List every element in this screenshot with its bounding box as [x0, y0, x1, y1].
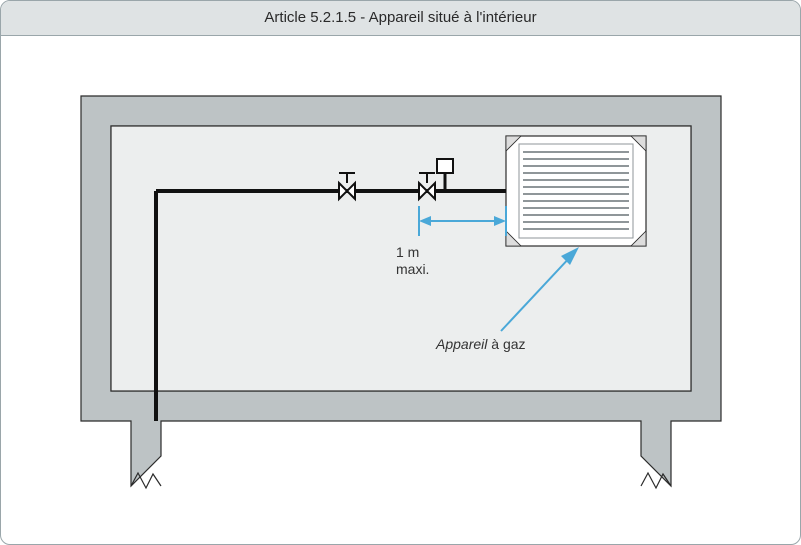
figure-frame: Article 5.2.1.5 - Appareil situé à l'int… — [0, 0, 801, 545]
dimension-value: 1 m — [396, 244, 419, 260]
diagram-canvas: 1 m maxi. Appareil à gaz — [1, 36, 800, 545]
figure-title-text: Article 5.2.1.5 - Appareil situé à l'int… — [264, 9, 536, 26]
diagram-svg — [1, 36, 801, 545]
appliance-label: Appareil à gaz — [436, 336, 526, 353]
figure-title: Article 5.2.1.5 - Appareil situé à l'int… — [1, 1, 800, 36]
appliance-label-rest: à gaz — [487, 336, 525, 352]
dimension-label: 1 m maxi. — [396, 244, 429, 278]
dimension-qualifier: maxi. — [396, 261, 429, 277]
gas-appliance — [506, 136, 646, 246]
appliance-label-italic: Appareil — [436, 336, 487, 352]
